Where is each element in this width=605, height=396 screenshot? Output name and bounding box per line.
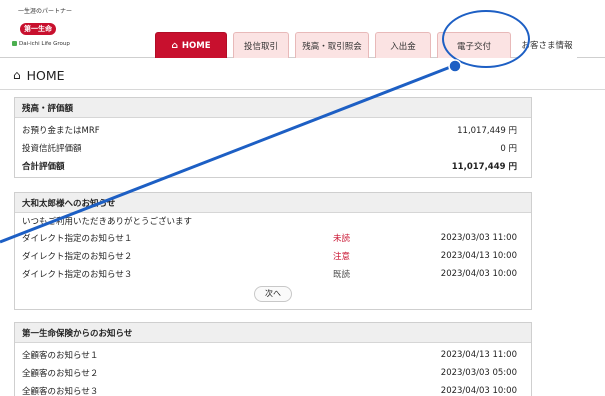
tab-deposit-withdrawal[interactable]: 入出金 — [375, 32, 431, 58]
balance-row-label: 投資信託評価額 — [22, 144, 82, 154]
company-notice-item[interactable]: 全顧客のお知らせ３ 2023/04/03 10:00 — [15, 382, 531, 396]
main-nav-tabs: ⌂ HOME 投信取引 残高・取引照会 入出金 電子交付 お客さま情報 — [155, 32, 583, 58]
company-notices-heading: 第一生命保険からのお知らせ — [15, 323, 531, 343]
personal-notices-panel: 大和太郎様へのお知らせ いつもご利用いただきありがとうございます ダイレクト指定… — [14, 192, 532, 310]
tab-home[interactable]: ⌂ HOME — [155, 32, 227, 58]
company-notice-item[interactable]: 全顧客のお知らせ１ 2023/04/13 11:00 — [15, 346, 531, 364]
notice-status: 注意 — [333, 252, 351, 262]
tab-home-label: HOME — [181, 40, 211, 51]
company-notice-date: 2023/03/03 05:00 — [440, 368, 517, 378]
title-divider — [0, 89, 605, 90]
notice-item[interactable]: ダイレクト指定のお知らせ１ 未読 2023/03/03 11:00 — [15, 229, 531, 247]
notice-date: 2023/04/03 10:00 — [440, 269, 517, 279]
tab-deposit-withdrawal-label: 入出金 — [390, 41, 416, 52]
personal-notices-heading: 大和太郎様へのお知らせ — [15, 193, 531, 213]
brand-logo[interactable]: 一生涯のパートナー 第一生命 Dai-ichi Life Group — [10, 8, 120, 54]
tab-fund-trading[interactable]: 投信取引 — [233, 32, 289, 58]
page-title-text: HOME — [26, 67, 65, 83]
notice-item[interactable]: ダイレクト指定のお知らせ２ 注意 2023/04/13 10:00 — [15, 247, 531, 265]
notice-status: 未読 — [333, 234, 351, 244]
company-notice-item[interactable]: 全顧客のお知らせ２ 2023/03/03 05:00 — [15, 364, 531, 382]
home-icon: ⌂ — [171, 40, 178, 51]
notice-date: 2023/03/03 11:00 — [440, 233, 517, 243]
next-page-button[interactable]: 次へ — [254, 286, 292, 302]
logo-group-text: Dai-ichi Life Group — [19, 41, 70, 47]
balance-total-label: 合計評価額 — [22, 162, 65, 172]
logo-tagline: 一生涯のパートナー — [18, 8, 73, 15]
company-notice-date: 2023/04/13 11:00 — [440, 350, 517, 360]
group-mark-icon — [12, 41, 17, 46]
company-notice-date: 2023/04/03 10:00 — [440, 386, 517, 396]
tab-fund-trading-label: 投信取引 — [243, 41, 278, 52]
balance-total-row: 合計評価額 11,017,449 円 — [15, 157, 531, 175]
tab-customer-info-label: お客さま情報 — [521, 41, 573, 51]
balance-row: 投資信託評価額 0 円 — [15, 139, 531, 157]
page-title: ⌂ HOME — [13, 64, 65, 86]
balance-row-value: 0 円 — [500, 144, 517, 154]
notice-date: 2023/04/13 10:00 — [440, 251, 517, 261]
balance-row-label: お預り金またはMRF — [22, 126, 100, 136]
balance-row: お預り金またはMRF 11,017,449 円 — [15, 121, 531, 139]
tab-electronic-delivery[interactable]: 電子交付 — [437, 32, 511, 58]
company-notices-panel: 第一生命保険からのお知らせ 全顧客のお知らせ１ 2023/04/13 11:00… — [14, 322, 532, 396]
tab-electronic-delivery-label: 電子交付 — [456, 41, 491, 52]
tab-balance-inquiry-label: 残高・取引照会 — [302, 41, 362, 52]
notice-status: 既読 — [333, 270, 351, 280]
balance-panel-heading: 残高・評価額 — [15, 98, 531, 118]
tab-customer-info[interactable]: お客さま情報 — [517, 32, 577, 58]
notices-intro: いつもご利用いただきありがとうございます — [22, 217, 193, 227]
balance-row-value: 11,017,449 円 — [457, 126, 517, 136]
logo-brand-badge: 第一生命 — [20, 23, 56, 35]
logo-group-label: Dai-ichi Life Group — [10, 40, 120, 48]
home-icon: ⌂ — [13, 68, 21, 82]
pointer-dot — [448, 59, 462, 73]
site-header: 一生涯のパートナー 第一生命 Dai-ichi Life Group ⌂ HOM… — [0, 0, 605, 58]
tab-balance-inquiry[interactable]: 残高・取引照会 — [295, 32, 369, 58]
balance-panel: 残高・評価額 お預り金またはMRF 11,017,449 円 投資信託評価額 0… — [14, 97, 532, 178]
balance-total-value: 11,017,449 円 — [451, 162, 517, 172]
notice-item[interactable]: ダイレクト指定のお知らせ３ 既読 2023/04/03 10:00 — [15, 265, 531, 283]
